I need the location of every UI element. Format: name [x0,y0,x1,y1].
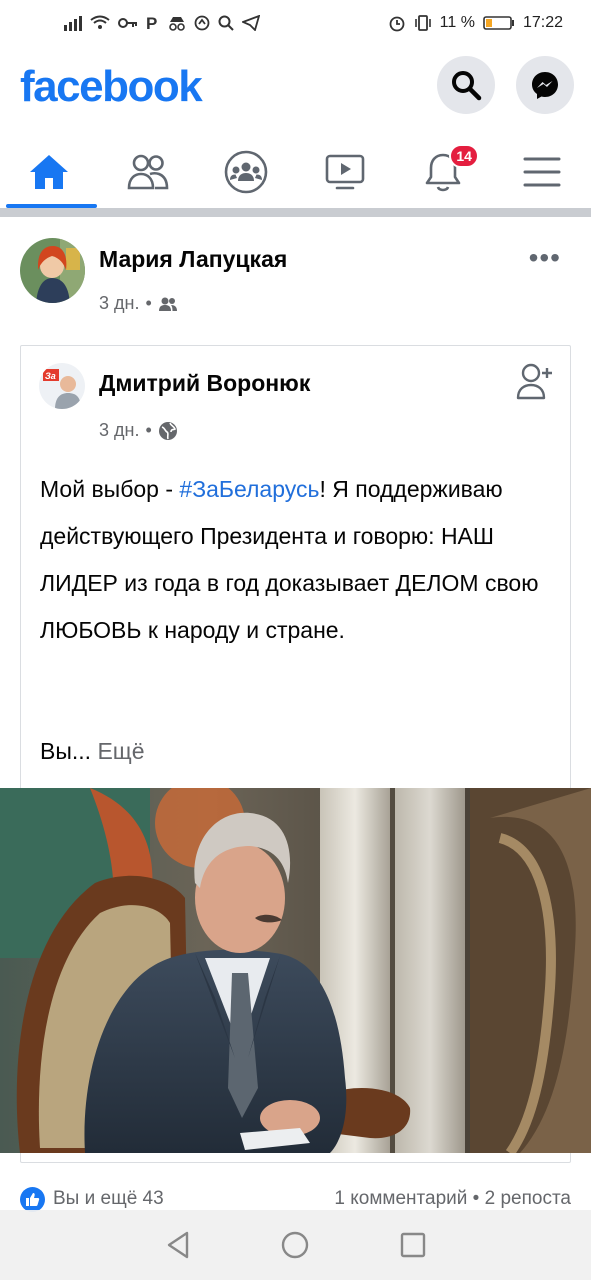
shared-post-time[interactable]: 3 дн. [99,420,139,441]
meta-separator: • [145,420,152,440]
meta-separator: • [145,293,152,313]
key-icon [118,18,137,28]
post-time[interactable]: 3 дн. [99,293,139,314]
status-bar: P 11 % 17:22 [0,0,591,46]
main-nav: 14 [0,136,591,208]
tab-groups[interactable] [197,136,296,208]
status-icons-left: P [62,15,260,31]
see-more: Вы... Ещё [40,738,145,765]
post-header: Мария Лапуцкая 3 дн. • ••• [0,228,591,328]
messenger-button[interactable] [516,56,574,114]
post-author-name[interactable]: Мария Лапуцкая [99,246,287,273]
likes-summary[interactable]: Вы и ещё 43 [20,1186,164,1212]
search-button[interactable] [437,56,495,114]
add-friend-icon[interactable] [515,362,555,400]
status-icons-right: 11 % 17:22 [388,14,563,32]
vibrate-icon [414,15,431,31]
shared-post-text: Мой выбор - #ЗаБеларусь! Я поддерживаю д… [40,466,560,654]
svg-text:P: P [146,15,157,31]
thumbs-up-icon [26,1192,40,1206]
author-avatar-image [20,238,85,303]
see-more-link[interactable]: Ещё [97,738,144,764]
likes-count: Вы и ещё 43 [53,1188,164,1209]
back-icon[interactable] [164,1230,192,1260]
app-icon [194,15,210,31]
globe-icon [158,421,177,440]
messenger-icon [532,72,558,99]
post-photo[interactable] [0,788,591,1153]
recents-icon[interactable] [399,1231,427,1259]
friends-audience-icon [158,297,177,311]
facebook-logo[interactable]: facebook [20,62,203,112]
search-status-icon [218,15,234,31]
battery-icon [483,16,514,30]
watch-icon [325,154,365,190]
avatar[interactable] [20,238,85,303]
hashtag-link[interactable]: #ЗаБеларусь [179,476,319,502]
incognito-icon [169,17,185,31]
home-icon [30,155,69,189]
menu-icon [523,157,561,187]
tab-menu[interactable] [493,136,591,208]
friends-icon [127,154,169,190]
notification-badge: 14 [449,144,480,168]
wifi-icon [90,15,110,29]
post-text-start: Мой выбор - [40,476,180,502]
shared-author-avatar[interactable]: За [39,363,85,409]
tab-watch[interactable] [296,136,395,208]
app-header: facebook [0,50,591,130]
feed-divider [0,208,591,217]
comments-shares-count[interactable]: 1 комментарий • 2 репоста [334,1188,571,1210]
groups-icon [224,150,268,194]
alarm-icon [389,16,405,32]
search-icon [452,71,482,101]
shared-author-name[interactable]: Дмитрий Воронюк [99,370,310,397]
tab-home[interactable] [0,136,99,208]
post-image [0,788,591,1153]
tab-notifications[interactable]: 14 [394,136,493,208]
tab-friends[interactable] [99,136,198,208]
post-more-button[interactable]: ••• [529,242,561,274]
home-nav-icon[interactable] [280,1230,310,1260]
parking-icon: P [146,15,157,31]
shared-avatar-image: За [39,363,85,409]
svg-text:За: За [45,371,56,381]
clock: 17:22 [522,14,563,31]
battery-percent: 11 % [439,14,475,31]
shared-post-meta: 3 дн. • [99,420,178,441]
telegram-icon [242,15,260,31]
android-nav-bar [0,1210,591,1280]
truncated-text: Вы... [40,738,92,764]
post-meta: 3 дн. • [99,293,178,314]
like-reaction-icon [20,1186,45,1212]
signal-icon [64,16,82,31]
